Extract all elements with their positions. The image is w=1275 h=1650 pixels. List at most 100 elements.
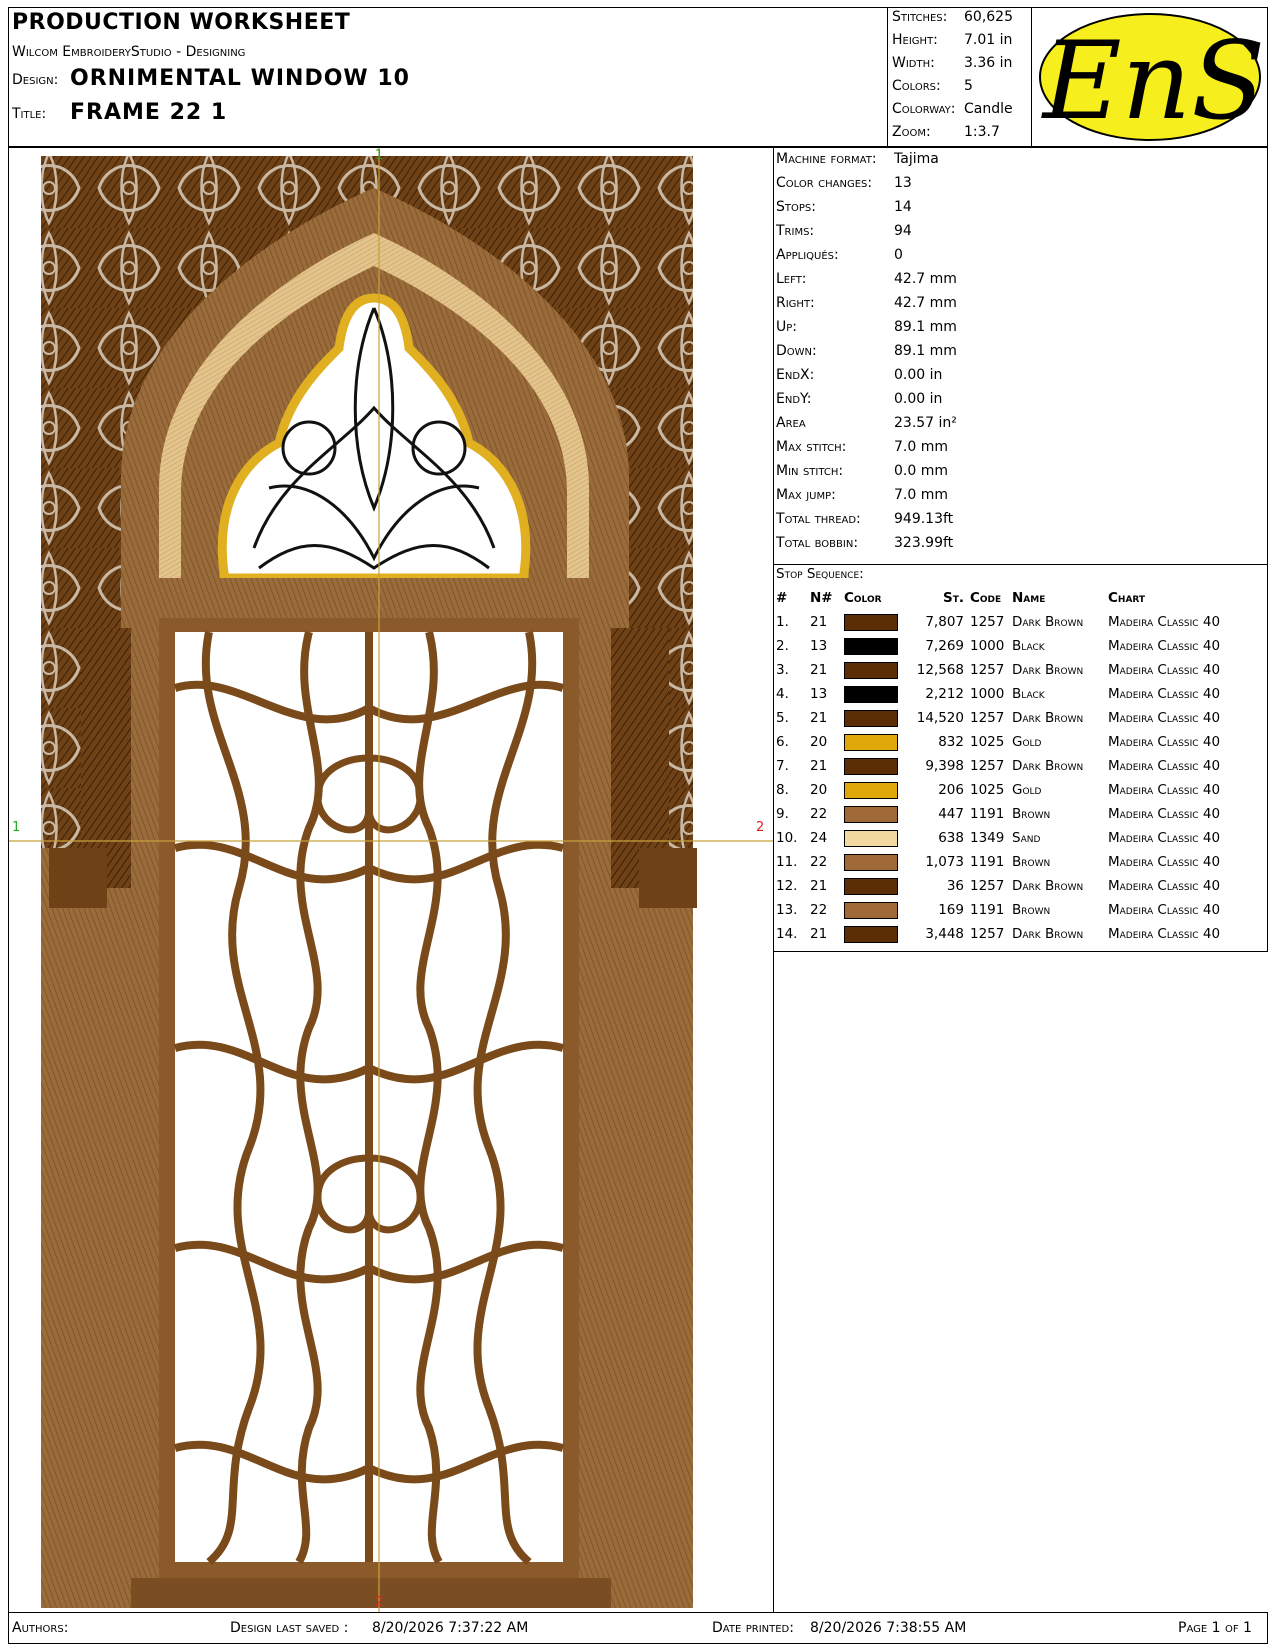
seq-needle: 21 bbox=[810, 926, 828, 942]
ens-logo: EnS bbox=[1036, 10, 1265, 144]
last-saved-label: Design last saved : bbox=[230, 1620, 349, 1636]
seq-n: 9. bbox=[776, 806, 789, 822]
color-swatch bbox=[844, 829, 898, 847]
seq-code: 1257 bbox=[970, 710, 1005, 726]
seq-st: 9,398 bbox=[925, 758, 964, 774]
seq-chart: Madeira Classic 40 bbox=[1108, 734, 1221, 750]
seq-n: 4. bbox=[776, 686, 789, 702]
seq-st: 169 bbox=[938, 902, 964, 918]
seq-n: 5. bbox=[776, 710, 789, 726]
seq-n: 8. bbox=[776, 782, 789, 798]
color-swatch bbox=[844, 637, 898, 655]
color-swatch bbox=[844, 853, 898, 871]
color-swatch bbox=[844, 925, 898, 943]
seq-chart: Madeira Classic 40 bbox=[1108, 782, 1221, 798]
seq-needle: 21 bbox=[810, 662, 828, 678]
seq-n: 10. bbox=[776, 830, 798, 846]
marker-bottom: 2 bbox=[375, 1595, 384, 1610]
seq-code: 1000 bbox=[970, 686, 1005, 702]
stop-sequence-row: 11. 22 1,073 1191 Brown Madeira Classic 40 bbox=[776, 850, 1264, 874]
stop-sequence-row: 12. 21 36 1257 Dark Brown Madeira Classic 40 bbox=[776, 874, 1264, 898]
seq-code: 1349 bbox=[970, 830, 1005, 846]
seq-name: Brown bbox=[1012, 806, 1051, 822]
stop-sequence-row: 1. 21 7,807 1257 Dark Brown Madeira Classic 4… bbox=[776, 610, 1264, 634]
seq-st: 14,520 bbox=[916, 710, 964, 726]
stop-sequence-row: 2. 13 7,269 1000 Black Madeira Classic 40 bbox=[776, 634, 1264, 658]
seq-code: 1257 bbox=[970, 878, 1005, 894]
color-swatch bbox=[844, 613, 898, 631]
color-swatch bbox=[844, 901, 898, 919]
seq-needle: 22 bbox=[810, 806, 828, 822]
seq-chart: Madeira Classic 40 bbox=[1108, 806, 1221, 822]
authors-label: Authors: bbox=[12, 1620, 69, 1636]
seq-st: 3,448 bbox=[925, 926, 964, 942]
stop-sequence-table: # N# Color St. Code Name Chart 1. 21 7,807… bbox=[776, 586, 1264, 946]
marker-right: 2 bbox=[756, 820, 765, 835]
seq-needle: 13 bbox=[810, 638, 828, 654]
seq-code: 1257 bbox=[970, 926, 1005, 942]
seq-needle: 22 bbox=[810, 902, 828, 918]
seq-st: 832 bbox=[938, 734, 964, 750]
seq-n: 6. bbox=[776, 734, 789, 750]
seq-n: 2. bbox=[776, 638, 789, 654]
seq-code: 1191 bbox=[970, 902, 1005, 918]
seq-chart: Madeira Classic 40 bbox=[1108, 854, 1221, 870]
seq-needle: 21 bbox=[810, 614, 828, 630]
seq-needle: 20 bbox=[810, 782, 828, 798]
seq-st: 7,269 bbox=[925, 638, 964, 654]
seq-chart: Madeira Classic 40 bbox=[1108, 710, 1221, 726]
seq-needle: 21 bbox=[810, 710, 828, 726]
width-value: 3.36 in bbox=[964, 55, 1013, 71]
stop-sequence-row: 4. 13 2,212 1000 Black Madeira Classic 40 bbox=[776, 682, 1264, 706]
seq-name: Dark Brown bbox=[1012, 758, 1084, 774]
seq-n: 12. bbox=[776, 878, 798, 894]
stop-sequence-row: 5. 21 14,520 1257 Dark Brown Madeira Classic … bbox=[776, 706, 1264, 730]
seq-chart: Madeira Classic 40 bbox=[1108, 902, 1221, 918]
stop-sequence-title: Stop Sequence: bbox=[776, 566, 864, 582]
seq-chart: Madeira Classic 40 bbox=[1108, 878, 1221, 894]
seq-n: 7. bbox=[776, 758, 789, 774]
color-swatch bbox=[844, 757, 898, 775]
seq-chart: Madeira Classic 40 bbox=[1108, 686, 1221, 702]
design-label: Design: bbox=[12, 72, 59, 88]
seq-name: Dark Brown bbox=[1012, 710, 1084, 726]
seq-chart: Madeira Classic 40 bbox=[1108, 662, 1221, 678]
stop-sequence-row: 14. 21 3,448 1257 Dark Brown Madeira Classic … bbox=[776, 922, 1264, 946]
design-preview bbox=[9, 148, 773, 1612]
seq-st: 7,807 bbox=[925, 614, 964, 630]
seq-code: 1257 bbox=[970, 758, 1005, 774]
height-value: 7.01 in bbox=[964, 32, 1013, 48]
seq-needle: 24 bbox=[810, 830, 828, 846]
title-value: FRAME 22 1 bbox=[70, 100, 228, 125]
seq-name: Gold bbox=[1012, 734, 1042, 750]
stop-sequence-row: 10. 24 638 1349 Sand Madeira Classic 40 bbox=[776, 826, 1264, 850]
seq-chart: Madeira Classic 40 bbox=[1108, 926, 1221, 942]
seq-n: 1. bbox=[776, 614, 789, 630]
marker-top: 1 bbox=[375, 148, 384, 163]
seq-st: 206 bbox=[938, 782, 964, 798]
seq-chart: Madeira Classic 40 bbox=[1108, 758, 1221, 774]
seq-needle: 21 bbox=[810, 758, 828, 774]
seq-name: Dark Brown bbox=[1012, 878, 1084, 894]
seq-st: 638 bbox=[938, 830, 964, 846]
stop-sequence-row: 9. 22 447 1191 Brown Madeira Classic 40 bbox=[776, 802, 1264, 826]
seq-code: 1025 bbox=[970, 734, 1005, 750]
seq-code: 1025 bbox=[970, 782, 1005, 798]
seq-needle: 13 bbox=[810, 686, 828, 702]
seq-chart: Madeira Classic 40 bbox=[1108, 830, 1221, 846]
stop-sequence-row: 13. 22 169 1191 Brown Madeira Classic 40 bbox=[776, 898, 1264, 922]
seq-n: 13. bbox=[776, 902, 798, 918]
seq-name: Gold bbox=[1012, 782, 1042, 798]
seq-n: 11. bbox=[776, 854, 798, 870]
seq-code: 1000 bbox=[970, 638, 1005, 654]
design-stats: Stitches: 60,625 Height: 7.01 in Width: 3.3… bbox=[892, 9, 1013, 140]
sheet-title: PRODUCTION WORKSHEET bbox=[12, 10, 351, 35]
color-swatch bbox=[844, 805, 898, 823]
title-label: Title: bbox=[12, 106, 47, 122]
design-value: ORNIMENTAL WINDOW 10 bbox=[70, 66, 410, 91]
color-swatch bbox=[844, 661, 898, 679]
stop-sequence-row: 6. 20 832 1025 Gold Madeira Classic 40 bbox=[776, 730, 1264, 754]
seq-name: Black bbox=[1012, 638, 1045, 654]
seq-needle: 22 bbox=[810, 854, 828, 870]
seq-chart: Madeira Classic 40 bbox=[1108, 638, 1221, 654]
